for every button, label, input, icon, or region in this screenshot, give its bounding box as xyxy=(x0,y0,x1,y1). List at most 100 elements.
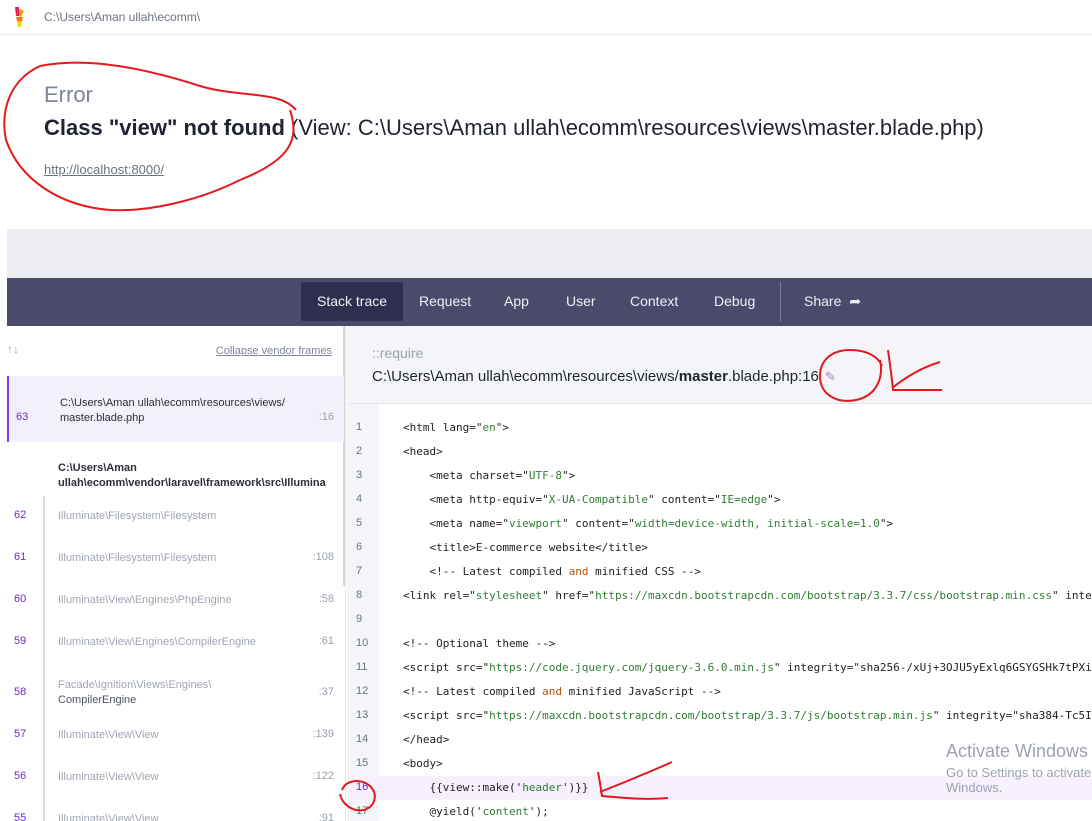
error-url-link[interactable]: http://localhost:8000/ xyxy=(44,162,164,177)
code-line: 3 <meta charset="UTF-8"> xyxy=(347,464,1092,488)
line-number[interactable]: 11 xyxy=(356,661,367,673)
stack-frame[interactable]: 63 C:\Users\Aman ullah\ecomm\resources\v… xyxy=(7,376,344,442)
frame-class: Illuminate\View\Engines\PhpEngine xyxy=(58,594,232,606)
stack-frame-group[interactable]: C:\Users\Aman ullah\ecomm\vendor\laravel… xyxy=(7,442,344,496)
frame-class: Illuminate\View\Engines\CompilerEngine xyxy=(58,636,256,648)
frame-line-number: :58 xyxy=(318,593,334,605)
stack-frame[interactable]: 59 Illuminate\View\Engines\CompilerEngin… xyxy=(7,622,344,664)
tab-app[interactable]: App xyxy=(488,282,545,321)
code-text: <meta charset="UTF-8"> xyxy=(403,469,576,482)
error-type: Error xyxy=(44,82,93,107)
project-path: C:\Users\Aman ullah\ecomm\ xyxy=(44,10,201,24)
code-line: 8 <link rel="stylesheet" href="https://ma… xyxy=(347,584,1092,608)
line-number[interactable]: 10 xyxy=(356,637,368,649)
code-text: @yield('content'); xyxy=(403,805,549,818)
error-message: Class "view" not found (View: C:\Users\A… xyxy=(44,115,984,141)
tab-bar: Stack trace Request App User Context Deb… xyxy=(7,278,1092,326)
code-text: <!-- Latest compiled and minified CSS --… xyxy=(403,565,702,578)
frame-file-line: C:\Users\Aman ullah\ecomm\resources\view… xyxy=(60,397,285,409)
code-text: <meta http-equiv="X-UA-Compatible" conte… xyxy=(403,493,781,506)
frame-line-number: :16 xyxy=(318,411,334,423)
tab-debug[interactable]: Debug xyxy=(698,282,771,321)
frame-class: Illuminate\View\View xyxy=(58,729,159,741)
line-number[interactable]: 6 xyxy=(356,541,362,553)
stack-list-header: ↑↓ Collapse vendor frames xyxy=(7,326,345,376)
stack-frame[interactable]: 55 Illuminate\View\View :91 xyxy=(7,804,344,821)
stack-frame[interactable]: 62 Illuminate\Filesystem\Filesystem xyxy=(7,496,344,538)
frame-file-line: C:\Users\Aman xyxy=(58,462,137,474)
line-number[interactable]: 3 xyxy=(356,469,362,481)
code-line: 11 <script src="https://code.jquery.com/j… xyxy=(347,656,1092,680)
collapse-vendor-frames-link[interactable]: Collapse vendor frames xyxy=(216,345,332,357)
code-line: 6 <title>E-commerce website</title> xyxy=(347,536,1092,560)
line-number[interactable]: 2 xyxy=(356,445,362,457)
frame-number: 63 xyxy=(16,411,29,423)
code-text: <!-- Optional theme --> xyxy=(403,637,556,650)
frame-number: 62 xyxy=(14,509,27,521)
stack-frame-list: ↑↓ Collapse vendor frames 63 C:\Users\Am… xyxy=(7,326,346,821)
line-number[interactable]: 16 xyxy=(356,781,368,793)
stack-frame[interactable]: 56 Illuminate\View\View :122 xyxy=(7,762,344,804)
frame-number: 55 xyxy=(14,812,27,821)
stack-frame[interactable]: 60 Illuminate\View\Engines\PhpEngine :58 xyxy=(7,580,344,622)
frame-class-line: Facade\Ignition\Views\Engines\ xyxy=(58,679,212,691)
code-text: <script src="https://code.jquery.com/jqu… xyxy=(403,661,1092,674)
top-bar: C:\Users\Aman ullah\ecomm\ xyxy=(0,0,1092,35)
line-number[interactable]: 7 xyxy=(356,565,362,577)
frame-number: 61 xyxy=(14,551,27,563)
frame-line-number: :139 xyxy=(312,728,334,740)
code-line: 9 xyxy=(347,608,1092,632)
code-text: <link rel="stylesheet" href="https://max… xyxy=(403,589,1092,602)
stack-frame[interactable]: 61 Illuminate\Filesystem\Filesystem :108 xyxy=(7,538,344,580)
line-number[interactable]: 17 xyxy=(356,805,368,817)
code-text: <head> xyxy=(403,445,443,458)
frame-number: 57 xyxy=(14,728,27,740)
line-number[interactable]: 14 xyxy=(356,733,368,745)
line-number[interactable]: 1 xyxy=(356,421,362,433)
frame-class: Illuminate\Filesystem\Filesystem xyxy=(58,552,217,564)
line-number[interactable]: 12 xyxy=(356,685,368,697)
tab-stack-trace[interactable]: Stack trace xyxy=(301,282,404,321)
code-text: </head> xyxy=(403,733,450,746)
frame-line-number: :91 xyxy=(318,812,334,821)
watermark-subtitle: Go to Settings to activate Windows. xyxy=(946,765,1092,795)
code-text: <meta name="viewport" content="width=dev… xyxy=(403,517,894,530)
stack-frame[interactable]: 57 Illuminate\View\View :139 xyxy=(7,720,344,762)
share-button[interactable]: Share ➦ xyxy=(788,282,877,321)
code-text: <script src="https://maxcdn.bootstrapcdn… xyxy=(403,709,1092,722)
line-number[interactable]: 5 xyxy=(356,517,362,529)
windows-activation-watermark: Activate Windows Go to Settings to activ… xyxy=(946,741,1092,795)
code-text: <title>E-commerce website</title> xyxy=(403,541,649,554)
code-text: {{view::make('header')}} xyxy=(403,781,589,794)
line-number[interactable]: 13 xyxy=(356,709,368,721)
code-line: 17 @yield('content'); xyxy=(347,800,1092,821)
frame-class: Illuminate\View\View xyxy=(58,771,159,783)
frame-number: 56 xyxy=(14,770,27,782)
error-class-message: Class "view" not found xyxy=(44,115,285,140)
code-line: 7 <!-- Latest compiled and minified CSS … xyxy=(347,560,1092,584)
tab-context[interactable]: Context xyxy=(614,282,694,321)
line-number[interactable]: 15 xyxy=(356,757,368,769)
tab-request[interactable]: Request xyxy=(403,282,487,321)
frame-nav-arrows-icon[interactable]: ↑↓ xyxy=(7,342,19,356)
solution-band xyxy=(7,229,1092,278)
share-label: Share xyxy=(804,293,842,309)
stack-frame[interactable]: 58 Facade\Ignition\Views\Engines\ Compil… xyxy=(7,664,344,720)
function-name: ::require xyxy=(372,345,424,361)
nav-divider xyxy=(780,282,781,322)
line-number[interactable]: 9 xyxy=(356,613,362,625)
tab-user[interactable]: User xyxy=(550,282,612,321)
pencil-edit-icon[interactable]: ✎ xyxy=(825,369,836,385)
code-line: 5 <meta name="viewport" content="width=d… xyxy=(347,512,1092,536)
line-number[interactable]: 8 xyxy=(356,589,362,601)
line-number[interactable]: 4 xyxy=(356,493,362,505)
frame-number: 59 xyxy=(14,635,27,647)
frame-line-number: :122 xyxy=(312,770,334,782)
frame-file-line: master.blade.php xyxy=(60,412,145,424)
code-text: <html lang="en"> xyxy=(403,421,509,434)
code-line: 1 <html lang="en"> xyxy=(347,416,1092,440)
code-text: <body> xyxy=(403,757,443,770)
frame-line-number: :37 xyxy=(318,686,334,698)
frame-class-line: CompilerEngine xyxy=(58,694,137,706)
frame-number: 58 xyxy=(14,686,27,698)
